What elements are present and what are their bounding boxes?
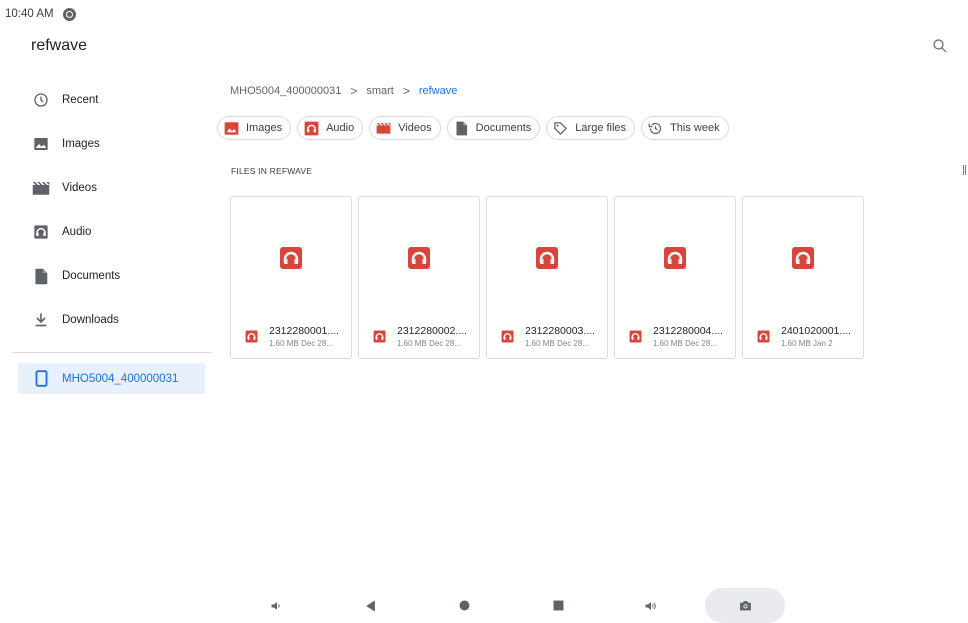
chip-label: Videos — [398, 122, 432, 134]
sidebar-item-label: Recent — [62, 94, 99, 106]
volume-down-icon — [271, 601, 280, 610]
sidebar-item-documents[interactable]: Documents — [0, 254, 214, 298]
more-options-icon[interactable] — [963, 165, 966, 175]
audio-icon — [31, 222, 51, 242]
recents-icon — [553, 600, 563, 611]
volume-down-button[interactable] — [264, 588, 288, 623]
breadcrumb-separator: > — [402, 84, 410, 98]
tag-icon — [553, 121, 568, 136]
file-info: 1.60 MB Dec 28... — [653, 339, 718, 348]
video-icon — [31, 178, 51, 198]
file-card[interactable]: 2401020001.... 1.60 MB Jan 2 — [742, 196, 864, 359]
section-header: FILES IN REFWAVE — [231, 166, 313, 176]
sidebar: Recent Images Videos Audio Documents Dow… — [0, 78, 214, 394]
audio-icon — [304, 121, 319, 136]
clock-icon — [31, 90, 51, 110]
sidebar-item-device[interactable]: MHO5004_400000031 — [18, 363, 205, 394]
breadcrumb-item-smart[interactable]: smart — [366, 85, 394, 97]
status-time: 10:40 AM — [5, 8, 54, 20]
breadcrumb-item-current[interactable]: refwave — [419, 85, 458, 97]
audio-thumbnail-icon — [408, 247, 430, 269]
document-icon — [31, 266, 51, 286]
recents-button[interactable] — [546, 588, 570, 623]
history-icon — [648, 121, 663, 136]
image-icon — [31, 134, 51, 154]
file-info: 1.60 MB Dec 28... — [397, 339, 462, 348]
chip-videos[interactable]: Videos — [369, 116, 441, 140]
file-card[interactable]: 2312280001.... 1.60 MB Dec 28... — [230, 196, 352, 359]
sidebar-item-images[interactable]: Images — [0, 122, 214, 166]
file-card[interactable]: 2312280002.... 1.60 MB Dec 28... — [358, 196, 480, 359]
app-notification-icon — [62, 7, 76, 21]
tablet-icon — [31, 369, 51, 389]
breadcrumb-item-device[interactable]: MHO5004_400000031 — [230, 85, 341, 97]
sidebar-item-recent[interactable]: Recent — [0, 78, 214, 122]
sidebar-item-label: Images — [62, 138, 100, 150]
home-icon — [459, 600, 469, 611]
sidebar-item-downloads[interactable]: Downloads — [0, 298, 214, 342]
audio-icon — [245, 330, 258, 343]
file-meta: 2312280003.... 1.60 MB Dec 28... — [501, 325, 595, 349]
chip-this-week[interactable]: This week — [641, 116, 729, 140]
audio-thumbnail-icon — [792, 247, 814, 269]
file-meta: 2312280004.... 1.60 MB Dec 28... — [629, 325, 723, 349]
file-info: 1.60 MB Dec 28... — [525, 339, 590, 348]
audio-icon — [757, 330, 770, 343]
home-button[interactable] — [452, 588, 476, 623]
chip-audio[interactable]: Audio — [297, 116, 364, 140]
sidebar-item-audio[interactable]: Audio — [0, 210, 214, 254]
screenshot-button[interactable] — [705, 588, 785, 623]
file-card[interactable]: 2312280004.... 1.60 MB Dec 28... — [614, 196, 736, 359]
sidebar-item-label: Downloads — [62, 314, 119, 326]
file-meta: 2401020001.... 1.60 MB Jan 2 — [757, 325, 851, 349]
file-meta: 2312280002.... 1.60 MB Dec 28... — [373, 325, 467, 349]
system-nav-bar — [0, 588, 968, 623]
chip-label: This week — [670, 122, 720, 134]
status-bar: 10:40 AM — [0, 0, 968, 28]
file-name: 2401020001.... — [781, 325, 852, 337]
sidebar-item-label: MHO5004_400000031 — [62, 372, 179, 385]
image-icon — [224, 121, 239, 136]
chip-label: Documents — [475, 122, 532, 134]
file-info: 1.60 MB Jan 2 — [781, 339, 833, 348]
download-icon — [31, 310, 51, 330]
chip-images[interactable]: Images — [217, 116, 292, 140]
audio-icon — [629, 330, 642, 343]
sidebar-item-label: Audio — [62, 226, 92, 238]
document-icon — [454, 121, 469, 136]
back-button[interactable] — [358, 588, 382, 623]
breadcrumb: MHO5004_400000031 > smart > refwave — [230, 84, 457, 98]
file-card[interactable]: 2312280003.... 1.60 MB Dec 28... — [486, 196, 608, 359]
file-name: 2312280003.... — [525, 325, 596, 337]
volume-up-icon — [645, 601, 656, 610]
chip-documents[interactable]: Documents — [446, 116, 541, 140]
breadcrumb-separator: > — [350, 84, 358, 98]
app-title: refwave — [31, 37, 88, 54]
sidebar-item-videos[interactable]: Videos — [0, 166, 214, 210]
audio-thumbnail-icon — [280, 247, 302, 269]
chip-label: Audio — [326, 122, 355, 134]
back-icon — [365, 600, 375, 611]
chip-label: Images — [246, 122, 283, 134]
audio-icon — [501, 330, 514, 343]
file-grid: 2312280001.... 1.60 MB Dec 28... 2312280… — [230, 196, 864, 359]
file-name: 2312280002.... — [397, 325, 468, 337]
chip-label: Large files — [575, 122, 627, 134]
file-meta: 2312280001.... 1.60 MB Dec 28... — [245, 325, 339, 349]
file-info: 1.60 MB Dec 28... — [269, 339, 334, 348]
sidebar-divider — [12, 352, 212, 353]
sidebar-item-label: Documents — [62, 270, 121, 282]
video-icon — [376, 121, 391, 136]
audio-thumbnail-icon — [664, 247, 686, 269]
search-icon[interactable] — [931, 37, 949, 55]
screenshot-icon — [739, 601, 751, 611]
filter-chips: Images Audio Videos Documents Large file… — [217, 116, 729, 140]
file-name: 2312280001.... — [269, 325, 340, 337]
file-name: 2312280004.... — [653, 325, 724, 337]
audio-icon — [373, 330, 386, 343]
audio-thumbnail-icon — [536, 247, 558, 269]
volume-up-button[interactable] — [639, 588, 663, 623]
chip-large-files[interactable]: Large files — [546, 116, 636, 140]
sidebar-item-label: Videos — [62, 182, 97, 194]
